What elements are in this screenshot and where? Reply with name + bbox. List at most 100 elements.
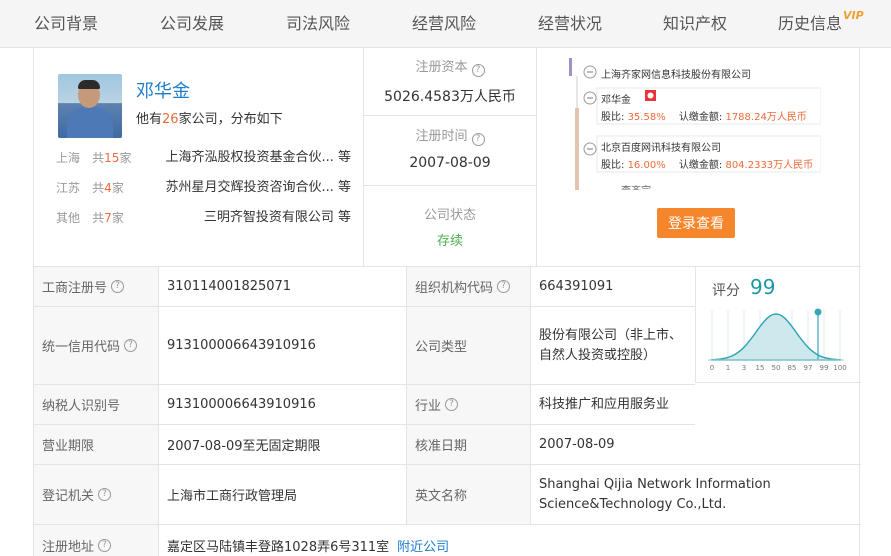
amount-label: 认缴金额:: [678, 160, 723, 171]
table-label: 公司类型: [406, 307, 530, 384]
avatar[interactable]: [58, 74, 122, 138]
table-label: 工商注册号?: [34, 267, 158, 306]
axis-tick-label: 15: [756, 364, 765, 372]
table-label: 英文名称: [406, 465, 530, 524]
reg-capital-label: 注册资本: [415, 60, 468, 75]
tab-company-development[interactable]: 公司发展: [160, 0, 224, 48]
table-label: 统一信用代码?: [34, 307, 158, 384]
region-label: 江苏: [56, 181, 81, 195]
nearby-companies-link[interactable]: 附近公司: [397, 536, 449, 555]
tab-intellectual-property[interactable]: 知识产权: [663, 0, 727, 48]
score-distribution-chart: 0 1 3 15 50 85 97 99 100: [708, 308, 847, 372]
reg-time-cell: 注册时间? 2007-08-09: [364, 127, 536, 171]
help-icon[interactable]: ?: [471, 133, 485, 146]
help-icon[interactable]: ?: [98, 538, 112, 552]
root-company-name[interactable]: 上海齐家网信息科技股份有限公司: [601, 66, 751, 81]
count-suffix: 家: [111, 181, 124, 195]
table-label: 登记机关?: [34, 465, 158, 524]
company-panel: 邓华金 他有26家公司，分布如下 上海 共15家 上海齐泓股权投资基金合伙...…: [33, 48, 861, 556]
holder-name[interactable]: 邓华金: [601, 91, 631, 106]
axis-tick-label: 1: [726, 364, 730, 372]
region-company[interactable]: 上海齐泓股权投资基金合伙... 等: [165, 147, 351, 169]
holder-detail: 股比: 35.58% 认缴金额: 1788.24万人民币: [601, 108, 807, 123]
region-label: 其他: [56, 211, 81, 225]
reg-capital-cell: 注册资本? 5026.4583万人民币: [364, 58, 536, 106]
label-text: 工商注册号: [42, 281, 108, 296]
table-label: 核准日期: [406, 425, 530, 464]
table-label: 营业期限: [34, 425, 158, 464]
count-prefix: 共: [92, 181, 105, 195]
tab-history-info[interactable]: 历史信息: [778, 0, 842, 48]
region-company[interactable]: 三明齐智投资有限公司 等: [204, 207, 351, 229]
address-text: 嘉定区马陆镇丰登路1028弄6号311室: [167, 539, 390, 555]
score-value: 99: [750, 275, 776, 299]
axis-tick-label: 3: [742, 364, 746, 372]
table-value: 科技推广和应用服务业: [530, 385, 695, 424]
amount-value: 1788.24万人民币: [725, 112, 807, 123]
table-value: 310114001825071: [158, 267, 406, 306]
axis-tick-label: 85: [788, 364, 797, 372]
label-text: 组织机构代码: [415, 281, 494, 296]
distribution-row[interactable]: 江苏 共4家 苏州星月交辉投资咨询合伙... 等: [56, 177, 351, 199]
axis-tick-label: 99: [820, 364, 829, 372]
holder-name[interactable]: 北京百度网讯科技有限公司: [601, 139, 721, 154]
count-prefix: 共: [92, 211, 105, 225]
tab-bar: 公司背景 公司发展 司法风险 经营风险 经营状况 知识产权 历史信息 VIP: [0, 0, 891, 48]
distribution-row[interactable]: 其他 共7家 三明齐智投资有限公司 等: [56, 207, 351, 229]
ratio-label: 股比:: [601, 112, 625, 123]
status-value: 存续: [436, 234, 463, 249]
region-count: 共7家: [92, 211, 124, 225]
region-count: 共4家: [92, 181, 124, 195]
region-company[interactable]: 苏州星月交辉投资咨询合伙... 等: [165, 177, 351, 199]
holder-detail: 股比: 16.00% 认缴金额: 804.2333万人民币: [601, 156, 813, 171]
table-row: 注册地址? 嘉定区马陆镇丰登路1028弄6号311室 附近公司: [34, 525, 861, 556]
company-count: 26: [162, 112, 179, 127]
help-icon[interactable]: ?: [98, 488, 112, 501]
table-value: 664391091: [530, 267, 695, 306]
divider: [364, 185, 536, 186]
tab-operation-risk[interactable]: 经营风险: [412, 0, 476, 48]
help-icon[interactable]: ?: [471, 64, 485, 77]
distribution-row[interactable]: 上海 共15家 上海齐泓股权投资基金合伙... 等: [56, 147, 351, 169]
person-name[interactable]: 邓华金: [136, 77, 190, 103]
table-value: 913100006643910916: [158, 385, 406, 424]
status-label: 公司状态: [423, 208, 476, 223]
table-value: 91310000664391091​6: [158, 307, 406, 384]
help-icon[interactable]: ?: [497, 280, 511, 293]
table-value: 2007-08-09至无固定期限: [158, 425, 406, 464]
tab-judicial-risk[interactable]: 司法风险: [286, 0, 350, 48]
amount-value: 804.2333万人民币: [725, 160, 814, 171]
ratio-value: 35.58%: [627, 112, 666, 123]
table-row: 工商注册号? 310114001825071 组织机构代码? 664391091: [34, 267, 695, 307]
table-value: 2007-08-09: [530, 425, 861, 464]
region-count: 共15家: [92, 151, 131, 165]
axis-tick-label: 0: [710, 364, 714, 372]
count-prefix: 共: [92, 151, 105, 165]
table-value: Shanghai Qijia Network Information Scien…: [530, 465, 861, 524]
tab-operation-status[interactable]: 经营状况: [538, 0, 602, 48]
reg-time-value: 2007-08-09: [409, 155, 491, 171]
label-text: 注册地址: [42, 539, 95, 555]
login-to-view-button[interactable]: 登录查看: [657, 208, 735, 238]
score-box[interactable]: 评分 99 0 1 3 15 50 85 97 99 100: [695, 266, 861, 383]
label-text: 行业: [415, 399, 442, 414]
table-label: 纳税人识别号: [34, 385, 158, 424]
table-value: 嘉定区马陆镇丰登路1028弄6号311室 附近公司: [158, 525, 861, 556]
count-number: 4: [104, 181, 112, 195]
person-summary: 他有26家公司，分布如下: [136, 108, 283, 127]
help-icon[interactable]: ?: [445, 398, 459, 411]
help-icon[interactable]: ?: [124, 339, 138, 352]
equity-chart[interactable]: 上海齐家网信息科技股份有限公司 邓华金 股比: 35.58% 认缴金额: 178…: [569, 58, 821, 190]
count-suffix: 家: [111, 211, 124, 225]
table-value: 上海市工商行政管理局: [158, 465, 406, 524]
label-text: 登记机关: [42, 489, 95, 504]
region-label: 上海: [56, 151, 81, 165]
help-icon[interactable]: ?: [111, 280, 125, 293]
ratio-value: 16.00%: [627, 160, 666, 171]
tab-company-background[interactable]: 公司背景: [34, 0, 98, 48]
summary-suffix: 家公司，分布如下: [178, 112, 283, 127]
summary-prefix: 他有: [136, 112, 163, 127]
count-number: 7: [104, 211, 112, 225]
table-row: 营业期限 2007-08-09至无固定期限 核准日期 2007-08-09: [34, 425, 861, 465]
vip-badge: VIP: [843, 9, 864, 22]
